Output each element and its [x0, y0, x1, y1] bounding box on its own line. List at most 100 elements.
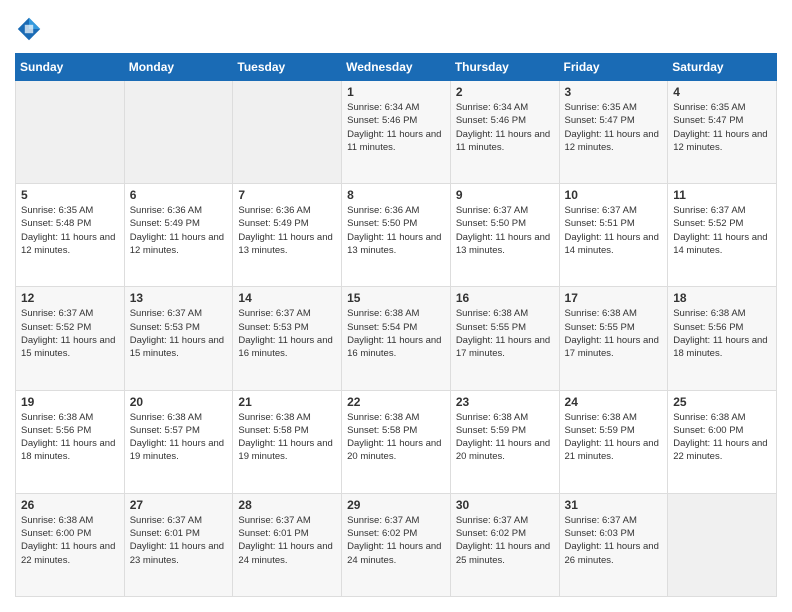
day-number: 31: [565, 498, 663, 512]
day-number: 18: [673, 291, 771, 305]
day-cell: 7 Sunrise: 6:36 AM Sunset: 5:49 PM Daylig…: [233, 184, 342, 287]
day-info: Sunrise: 6:38 AM Sunset: 5:58 PM Dayligh…: [238, 411, 336, 464]
calendar-table: SundayMondayTuesdayWednesdayThursdayFrid…: [15, 53, 777, 597]
day-info: Sunrise: 6:35 AM Sunset: 5:48 PM Dayligh…: [21, 204, 119, 257]
day-info: Sunrise: 6:36 AM Sunset: 5:50 PM Dayligh…: [347, 204, 445, 257]
day-cell: 16Sunrise: 6:38 AM Sunset: 5:55 PM Dayli…: [450, 287, 559, 390]
day-info: Sunrise: 6:34 AM Sunset: 5:46 PM Dayligh…: [456, 101, 554, 154]
day-number: 7: [238, 188, 336, 202]
day-number: 25: [673, 395, 771, 409]
day-info: Sunrise: 6:36 AM Sunset: 5:49 PM Dayligh…: [238, 204, 336, 257]
day-info: Sunrise: 6:37 AM Sunset: 5:51 PM Dayligh…: [565, 204, 663, 257]
weekday-header-saturday: Saturday: [668, 54, 777, 81]
day-info: Sunrise: 6:38 AM Sunset: 5:59 PM Dayligh…: [565, 411, 663, 464]
weekday-header-row: SundayMondayTuesdayWednesdayThursdayFrid…: [16, 54, 777, 81]
day-number: 23: [456, 395, 554, 409]
day-cell: 1Sunrise: 6:34 AM Sunset: 5:46 PM Daylig…: [342, 81, 451, 184]
page: SundayMondayTuesdayWednesdayThursdayFrid…: [0, 0, 792, 612]
day-info: Sunrise: 6:36 AM Sunset: 5:49 PM Dayligh…: [130, 204, 228, 257]
logo: [15, 15, 47, 43]
day-number: 21: [238, 395, 336, 409]
weekday-header-thursday: Thursday: [450, 54, 559, 81]
day-number: 2: [456, 85, 554, 99]
day-cell: 8Sunrise: 6:36 AM Sunset: 5:50 PM Daylig…: [342, 184, 451, 287]
day-info: Sunrise: 6:37 AM Sunset: 5:52 PM Dayligh…: [673, 204, 771, 257]
day-cell: [668, 493, 777, 596]
day-cell: [233, 81, 342, 184]
day-number: 15: [347, 291, 445, 305]
day-cell: 18 Sunrise: 6:38 AM Sunset: 5:56 PM Dayli…: [668, 287, 777, 390]
weekday-header-wednesday: Wednesday: [342, 54, 451, 81]
day-cell: 29 Sunrise: 6:37 AM Sunset: 6:02 PM Dayli…: [342, 493, 451, 596]
day-number: 1: [347, 85, 445, 99]
day-cell: [124, 81, 233, 184]
day-info: Sunrise: 6:38 AM Sunset: 5:58 PM Dayligh…: [347, 411, 445, 464]
day-cell: 5 Sunrise: 6:35 AM Sunset: 5:48 PM Daylig…: [16, 184, 125, 287]
day-info: Sunrise: 6:37 AM Sunset: 5:50 PM Dayligh…: [456, 204, 554, 257]
day-info: Sunrise: 6:37 AM Sunset: 5:53 PM Dayligh…: [130, 307, 228, 360]
weekday-header-tuesday: Tuesday: [233, 54, 342, 81]
day-cell: [16, 81, 125, 184]
day-cell: 21 Sunrise: 6:38 AM Sunset: 5:58 PM Dayli…: [233, 390, 342, 493]
week-row-1: 1 Sunrise: 6:34 AM Sunset: 5:46 PM Daylig…: [16, 81, 777, 184]
day-info: Sunrise: 6:38 AM Sunset: 5:54 PM Dayligh…: [347, 307, 445, 360]
day-info: Sunrise: 6:38 AM Sunset: 5:56 PM Dayligh…: [21, 411, 119, 464]
day-info: Sunrise: 6:37 AM Sunset: 6:02 PM Dayligh…: [347, 514, 445, 567]
day-number: 10: [565, 188, 663, 202]
week-row-4: 19 Sunrise: 6:38 AM Sunset: 5:56 PM Dayli…: [16, 390, 777, 493]
day-info: Sunrise: 6:38 AM Sunset: 5:55 PM Dayligh…: [565, 307, 663, 360]
day-number: 14: [238, 291, 336, 305]
day-info: Sunrise: 6:38 AM Sunset: 5:56 PM Dayligh…: [673, 307, 771, 360]
day-cell: 10 Sunrise: 6:37 AM Sunset: 5:51 PM Dayli…: [559, 184, 668, 287]
day-cell: 22 Sunrise: 6:38 AM Sunset: 5:58 PM Dayli…: [342, 390, 451, 493]
day-cell: 31 Sunrise: 6:37 AM Sunset: 6:03 PM Dayli…: [559, 493, 668, 596]
day-cell: 30 Sunrise: 6:37 AM Sunset: 6:02 PM Dayli…: [450, 493, 559, 596]
day-cell: 28 Sunrise: 6:37 AM Sunset: 6:01 PM Dayli…: [233, 493, 342, 596]
day-number: 11: [673, 188, 771, 202]
day-number: 30: [456, 498, 554, 512]
day-info: Sunrise: 6:37 AM Sunset: 6:02 PM Dayligh…: [456, 514, 554, 567]
day-cell: 23 Sunrise: 6:38 AM Sunset: 5:59 PM Dayli…: [450, 390, 559, 493]
day-info: Sunrise: 6:35 AM Sunset: 5:47 PM Dayligh…: [565, 101, 663, 154]
week-row-3: 12 Sunrise: 6:37 AM Sunset: 5:52 PM Dayli…: [16, 287, 777, 390]
day-number: 22: [347, 395, 445, 409]
day-info: Sunrise: 6:38 AM Sunset: 5:59 PM Dayligh…: [456, 411, 554, 464]
day-cell: 27 Sunrise: 6:37 AM Sunset: 6:01 PM Dayli…: [124, 493, 233, 596]
day-number: 13: [130, 291, 228, 305]
day-info: Sunrise: 6:38 AM Sunset: 6:00 PM Dayligh…: [21, 514, 119, 567]
day-info: Sunrise: 6:37 AM Sunset: 6:01 PM Dayligh…: [130, 514, 228, 567]
day-cell: 6 Sunrise: 6:36 AM Sunset: 5:49 PM Daylig…: [124, 184, 233, 287]
weekday-header-sunday: Sunday: [16, 54, 125, 81]
day-number: 17: [565, 291, 663, 305]
day-number: 19: [21, 395, 119, 409]
day-info: Sunrise: 6:35 AM Sunset: 5:47 PM Dayligh…: [673, 101, 771, 154]
day-number: 27: [130, 498, 228, 512]
day-cell: 19 Sunrise: 6:38 AM Sunset: 5:56 PM Dayli…: [16, 390, 125, 493]
day-info: Sunrise: 6:38 AM Sunset: 5:57 PM Dayligh…: [130, 411, 228, 464]
day-info: Sunrise: 6:37 AM Sunset: 6:01 PM Dayligh…: [238, 514, 336, 567]
day-info: Sunrise: 6:38 AM Sunset: 6:00 PM Dayligh…: [673, 411, 771, 464]
day-cell: 25 Sunrise: 6:38 AM Sunset: 6:00 PM Dayli…: [668, 390, 777, 493]
day-cell: 13 Sunrise: 6:37 AM Sunset: 5:53 PM Dayli…: [124, 287, 233, 390]
day-cell: 11 Sunrise: 6:37 AM Sunset: 5:52 PM Dayli…: [668, 184, 777, 287]
day-number: 26: [21, 498, 119, 512]
day-number: 5: [21, 188, 119, 202]
day-number: 12: [21, 291, 119, 305]
logo-icon: [15, 15, 43, 43]
day-info: Sunrise: 6:37 AM Sunset: 5:52 PM Dayligh…: [21, 307, 119, 360]
week-row-2: 5 Sunrise: 6:35 AM Sunset: 5:48 PM Daylig…: [16, 184, 777, 287]
day-number: 4: [673, 85, 771, 99]
day-info: Sunrise: 6:37 AM Sunset: 6:03 PM Dayligh…: [565, 514, 663, 567]
day-number: 24: [565, 395, 663, 409]
day-cell: 17 Sunrise: 6:38 AM Sunset: 5:55 PM Dayli…: [559, 287, 668, 390]
day-number: 29: [347, 498, 445, 512]
week-row-5: 26 Sunrise: 6:38 AM Sunset: 6:00 PM Dayli…: [16, 493, 777, 596]
day-number: 28: [238, 498, 336, 512]
day-cell: 14Sunrise: 6:37 AM Sunset: 5:53 PM Dayli…: [233, 287, 342, 390]
day-cell: 4 Sunrise: 6:35 AM Sunset: 5:47 PM Daylig…: [668, 81, 777, 184]
day-cell: 26 Sunrise: 6:38 AM Sunset: 6:00 PM Dayli…: [16, 493, 125, 596]
day-number: 9: [456, 188, 554, 202]
day-number: 6: [130, 188, 228, 202]
day-cell: 24 Sunrise: 6:38 AM Sunset: 5:59 PM Dayli…: [559, 390, 668, 493]
day-cell: 2 Sunrise: 6:34 AM Sunset: 5:46 PM Daylig…: [450, 81, 559, 184]
